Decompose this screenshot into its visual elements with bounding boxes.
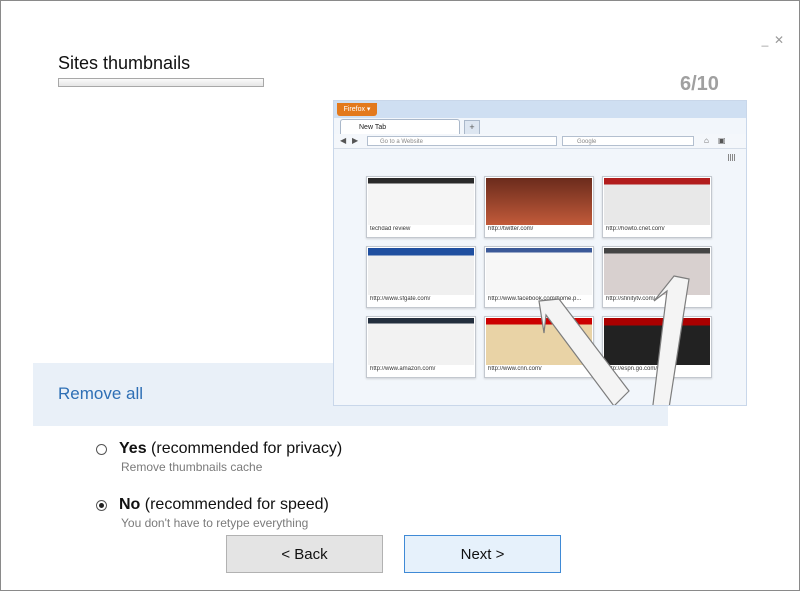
back-button[interactable]: < Back [226, 535, 383, 573]
yes-radio[interactable] [96, 444, 107, 455]
close-button[interactable]: ✕ [772, 34, 786, 46]
option-no-rest: (recommended for speed) [140, 496, 329, 513]
page-title: Sites thumbnails [58, 53, 191, 73]
option-no-description: You don't have to retype everything [121, 516, 309, 530]
progress-bar [58, 78, 264, 87]
option-no-label: No (recommended for speed) [119, 496, 329, 514]
option-yes-label: Yes (recommended for privacy) [119, 440, 342, 458]
section-label: Remove all [58, 384, 144, 403]
next-button[interactable]: Next > [404, 535, 561, 573]
pointer-arrows-icon [538, 275, 690, 405]
step-counter: 6/10 [680, 73, 719, 95]
option-yes-description: Remove thumbnails cache [121, 460, 263, 474]
option-yes-bold: Yes [119, 440, 147, 457]
option-no-bold: No [119, 496, 141, 513]
minimize-button[interactable]: _ [758, 34, 772, 46]
option-yes-rest: (recommended for privacy) [146, 440, 343, 457]
no-radio[interactable] [96, 500, 107, 511]
browser-illustration: Firefox ▾ New Tab + ◀ ▶ Go to a Website … [333, 100, 747, 406]
